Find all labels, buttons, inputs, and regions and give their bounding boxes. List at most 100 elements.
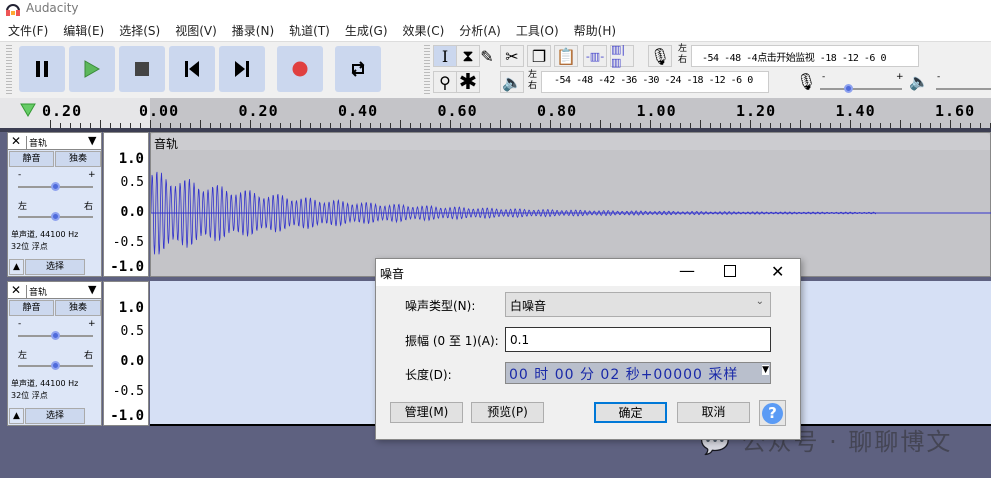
ruler-label: 0.20 bbox=[238, 102, 279, 120]
ruler-tick bbox=[450, 120, 451, 128]
duration-input[interactable]: 00 时 00 分 02 秒+00000 采样 ▼ bbox=[505, 362, 771, 384]
toolbar-grip[interactable] bbox=[6, 45, 12, 95]
play-meter-lr: 左右 bbox=[528, 70, 538, 91]
collapse-track-button[interactable]: ▲ bbox=[9, 259, 24, 275]
ruler-tick bbox=[150, 120, 151, 128]
menu-edit[interactable]: 编辑(E) bbox=[63, 18, 104, 41]
menu-view[interactable]: 视图(V) bbox=[175, 18, 217, 41]
cancel-button[interactable]: 取消 bbox=[677, 402, 750, 423]
multi-tool-button[interactable]: ✱ bbox=[456, 70, 480, 95]
scissors-icon: ✂ bbox=[505, 46, 519, 66]
duration-format-dropdown[interactable]: ▼ bbox=[762, 365, 769, 375]
zoom-tool-button[interactable]: ⚲ bbox=[433, 71, 457, 93]
ruler-tick bbox=[50, 120, 51, 128]
minimize-icon[interactable]: — bbox=[679, 261, 695, 280]
mute-button[interactable]: 静音 bbox=[9, 151, 54, 167]
trim-icon: -▥- bbox=[585, 49, 605, 63]
menu-generate[interactable]: 生成(G) bbox=[345, 18, 388, 41]
maximize-icon[interactable] bbox=[724, 265, 736, 277]
close-track-icon[interactable]: ✕ bbox=[11, 134, 21, 148]
close-track-icon[interactable]: ✕ bbox=[11, 283, 21, 297]
pan-slider[interactable] bbox=[18, 361, 93, 370]
pan-slider[interactable] bbox=[18, 212, 93, 221]
select-track-button[interactable]: 选择 bbox=[25, 259, 85, 275]
ruler-tick bbox=[700, 120, 701, 128]
record-monitor-hint[interactable]: 点击开始监视 bbox=[757, 53, 815, 64]
track-bit-depth: 32位 浮点 bbox=[11, 242, 48, 251]
skip-start-icon bbox=[185, 61, 199, 77]
play-button[interactable] bbox=[69, 46, 115, 92]
amplitude-value: 0.1 bbox=[510, 333, 530, 347]
record-icon bbox=[292, 61, 308, 77]
pan-knob[interactable] bbox=[51, 212, 60, 221]
skip-start-button[interactable] bbox=[169, 46, 215, 92]
chevron-down-icon[interactable]: ▼ bbox=[88, 134, 96, 147]
menu-bar: 文件(F) 编辑(E) 选择(S) 视图(V) 播录(N) 轨道(T) 生成(G… bbox=[0, 18, 991, 41]
preview-button[interactable]: 预览(P) bbox=[471, 402, 544, 423]
draw-tool-button[interactable]: ✎ bbox=[475, 45, 499, 67]
gain-slider[interactable] bbox=[18, 182, 93, 191]
help-button[interactable]: ? bbox=[759, 400, 786, 426]
scale-label: 0.5 bbox=[120, 175, 144, 190]
record-meter[interactable]: -54 -48 -4点击开始监视 -18 -12 -6 0 bbox=[691, 45, 919, 67]
amplitude-input[interactable]: 0.1 bbox=[505, 327, 771, 352]
timeline-ruler[interactable]: 0.20 0.00 0.20 0.40 0.60 0.80 1.00 1.20 1.40 1.60 bbox=[0, 98, 991, 128]
playback-meter-button[interactable]: 🔈 bbox=[500, 71, 524, 93]
trim-button[interactable]: -▥- bbox=[583, 45, 607, 67]
playback-volume-slider[interactable] bbox=[936, 88, 991, 90]
record-button[interactable] bbox=[277, 46, 323, 92]
copy-button[interactable]: ❐ bbox=[527, 45, 551, 67]
ok-button[interactable]: 确定 bbox=[594, 402, 667, 423]
skip-end-button[interactable] bbox=[219, 46, 265, 92]
chevron-down-icon[interactable]: ▼ bbox=[88, 283, 96, 296]
mute-button[interactable]: 静音 bbox=[9, 300, 54, 316]
gain-knob[interactable] bbox=[51, 182, 60, 191]
pause-button[interactable] bbox=[19, 46, 65, 92]
menu-tracks[interactable]: 轨道(T) bbox=[289, 18, 330, 41]
waveform bbox=[151, 171, 991, 255]
ruler-label: 0.20 bbox=[42, 102, 83, 120]
record-scale-2: -18 -12 -6 0 bbox=[819, 53, 887, 64]
stop-icon bbox=[135, 62, 149, 76]
menu-select[interactable]: 选择(S) bbox=[119, 18, 160, 41]
scale-label: 1.0 bbox=[118, 151, 144, 167]
waveform-area[interactable]: 音轨 bbox=[150, 132, 991, 277]
menu-file[interactable]: 文件(F) bbox=[8, 18, 48, 41]
collapse-track-button[interactable]: ▲ bbox=[9, 408, 24, 424]
menu-help[interactable]: 帮助(H) bbox=[574, 18, 616, 41]
title-bar: Audacity bbox=[0, 0, 991, 18]
duration-label: 长度(D): bbox=[405, 368, 452, 382]
track-name-menu[interactable]: 音轨 bbox=[26, 136, 47, 149]
vertical-ruler[interactable]: 1.0 0.5 0.0 -0.5 -1.0 bbox=[103, 132, 149, 277]
magnifier-icon: ⚲ bbox=[439, 72, 451, 92]
close-icon[interactable]: ✕ bbox=[771, 262, 784, 281]
menu-tools[interactable]: 工具(O) bbox=[516, 18, 559, 41]
noise-dialog: 噪音 — ✕ 噪声类型(N): 白噪音 ⌄ 振幅 (0 至 1)(A): 0.1… bbox=[375, 258, 801, 440]
ruler-tick bbox=[750, 120, 751, 128]
playback-meter[interactable]: -54 -48 -42 -36 -30 -24 -18 -12 -6 0 bbox=[541, 71, 769, 93]
menu-effect[interactable]: 效果(C) bbox=[403, 18, 445, 41]
noise-type-select[interactable]: 白噪音 ⌄ bbox=[505, 292, 771, 317]
tools-grip[interactable] bbox=[424, 45, 430, 95]
solo-button[interactable]: 独奏 bbox=[55, 300, 101, 316]
gain-knob[interactable] bbox=[51, 331, 60, 340]
selection-tool-button[interactable]: I bbox=[433, 45, 457, 67]
play-head-icon[interactable] bbox=[20, 103, 36, 117]
vertical-ruler[interactable]: 1.0 0.5 0.0 -0.5 -1.0 bbox=[103, 281, 149, 426]
gain-slider[interactable] bbox=[18, 331, 93, 340]
select-track-button[interactable]: 选择 bbox=[25, 408, 85, 424]
pan-knob[interactable] bbox=[51, 361, 60, 370]
slider-knob[interactable] bbox=[844, 84, 853, 93]
record-volume-slider[interactable] bbox=[820, 84, 902, 93]
record-meter-button[interactable]: 🎙 bbox=[648, 45, 672, 67]
menu-transport[interactable]: 播录(N) bbox=[232, 18, 274, 41]
loop-button[interactable] bbox=[335, 46, 381, 92]
paste-button[interactable]: 📋 bbox=[554, 45, 578, 67]
silence-button[interactable]: ▥|▥ bbox=[610, 43, 634, 69]
cut-button[interactable]: ✂ bbox=[500, 45, 524, 67]
track-name-menu[interactable]: 音轨 bbox=[26, 285, 47, 298]
stop-button[interactable] bbox=[119, 46, 165, 92]
menu-analyze[interactable]: 分析(A) bbox=[459, 18, 501, 41]
solo-button[interactable]: 独奏 bbox=[55, 151, 101, 167]
manage-button[interactable]: 管理(M) bbox=[390, 402, 463, 423]
